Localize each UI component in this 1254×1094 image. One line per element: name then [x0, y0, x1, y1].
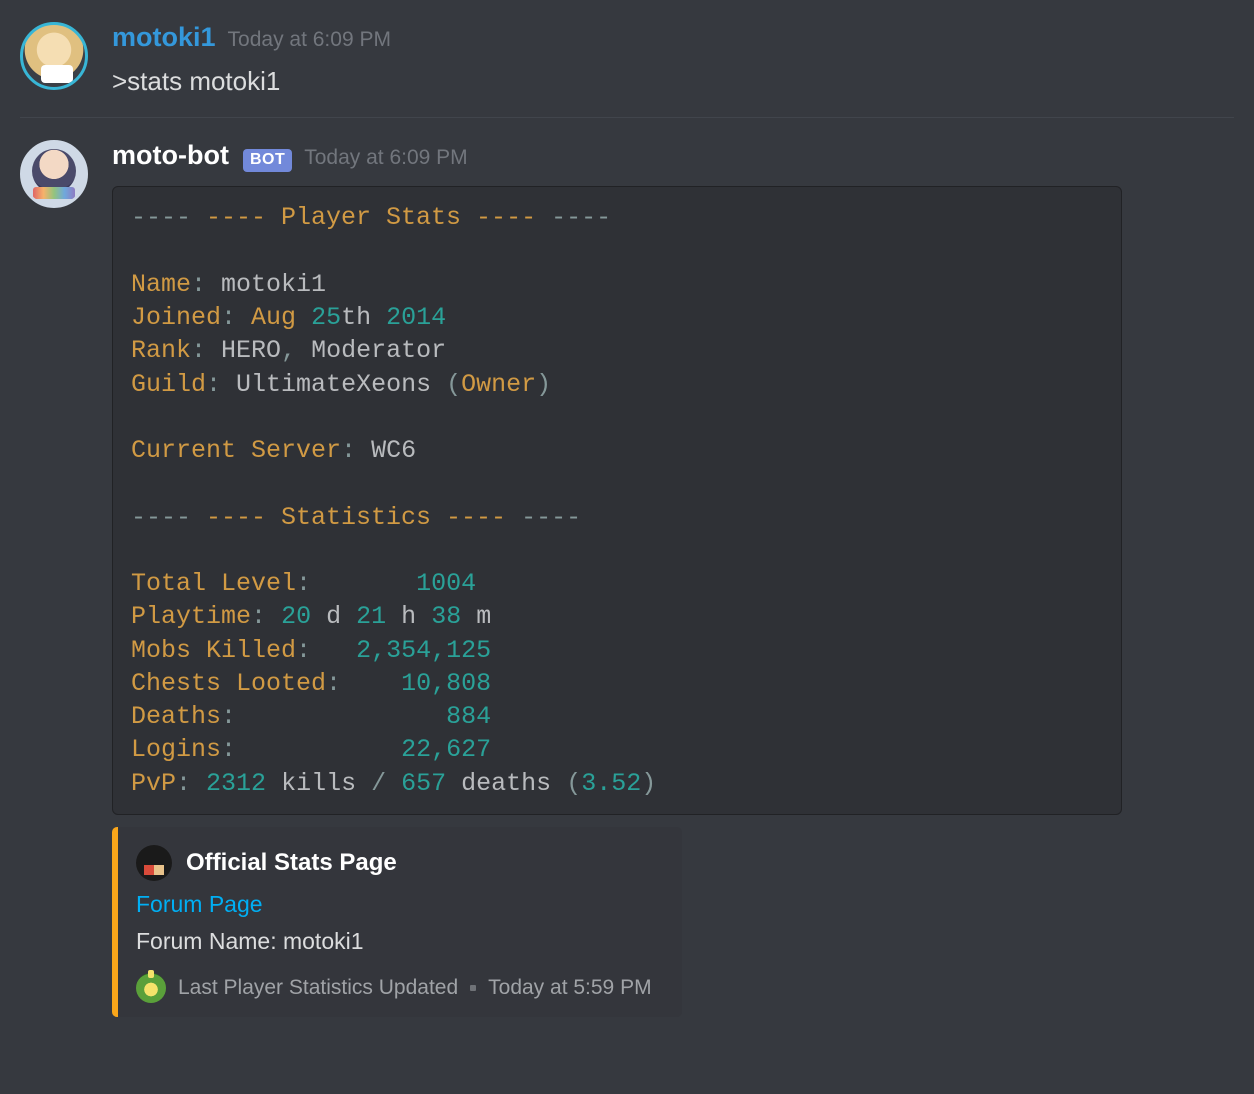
field-label: Rank	[131, 336, 191, 365]
field-value: WC6	[371, 436, 416, 465]
embed-footer-icon	[136, 973, 166, 1003]
message-header: motoki1 Today at 6:09 PM	[112, 22, 1234, 53]
field-label: Playtime	[131, 602, 251, 631]
message-body: moto-bot BOT Today at 6:09 PM ---- ---- …	[112, 140, 1234, 1017]
field-value: 21	[356, 602, 386, 631]
field-value: 1004	[416, 569, 476, 598]
code-block[interactable]: ---- ---- Player Stats ---- ---- Name: m…	[112, 186, 1122, 815]
field-label: Guild	[131, 370, 206, 399]
message-timestamp: Today at 6:09 PM	[304, 146, 467, 170]
embed-description: Forum Name: motoki1	[136, 928, 662, 955]
avatar[interactable]	[20, 22, 88, 90]
bot-badge: BOT	[243, 149, 292, 172]
field-value: UltimateXeons	[236, 370, 431, 399]
embed-header: Official Stats Page	[136, 845, 662, 881]
field-value: 2014	[386, 303, 446, 332]
message-text: >stats motoki1	[112, 63, 1234, 99]
field-value: 20	[281, 602, 311, 631]
field-value: Moderator	[311, 336, 446, 365]
field-label: Total Level	[131, 569, 296, 598]
chat-message: moto-bot BOT Today at 6:09 PM ---- ---- …	[0, 118, 1254, 1035]
field-value: HERO	[221, 336, 281, 365]
author-name[interactable]: motoki1	[112, 22, 216, 53]
field-value: motoki1	[221, 270, 326, 299]
field-value: 657	[401, 769, 446, 798]
message-header: moto-bot BOT Today at 6:09 PM	[112, 140, 1234, 172]
field-value: 3.52	[581, 769, 641, 798]
field-label: Name	[131, 270, 191, 299]
field-value: 22,627	[401, 735, 491, 764]
embed-footer-text: Last Player Statistics Updated	[178, 976, 458, 1000]
dot-separator-icon	[470, 985, 476, 991]
field-value: 884	[446, 702, 491, 731]
field-value: 25	[311, 303, 341, 332]
embed-footer: Last Player Statistics Updated Today at …	[136, 973, 662, 1003]
field-value: Owner	[461, 370, 536, 399]
field-value: 2,354,125	[356, 636, 491, 665]
field-value: th	[341, 303, 371, 332]
embed-link[interactable]: Forum Page	[136, 891, 662, 918]
code-header: ---- Statistics ----	[206, 503, 506, 532]
field-label: Chests Looted	[131, 669, 326, 698]
field-value: 38	[431, 602, 461, 631]
field-label: PvP	[131, 769, 176, 798]
embed-footer-timestamp: Today at 5:59 PM	[488, 976, 651, 1000]
field-label: Joined	[131, 303, 221, 332]
embed-card: Official Stats Page Forum Page Forum Nam…	[112, 827, 682, 1017]
chat-message: motoki1 Today at 6:09 PM >stats motoki1	[0, 0, 1254, 117]
message-body: motoki1 Today at 6:09 PM >stats motoki1	[112, 22, 1234, 99]
message-timestamp: Today at 6:09 PM	[228, 28, 391, 52]
author-name[interactable]: moto-bot	[112, 140, 229, 171]
field-label: Deaths	[131, 702, 221, 731]
code-header: ---- Player Stats ----	[206, 203, 536, 232]
field-label: Mobs Killed	[131, 636, 296, 665]
field-value: Aug	[251, 303, 296, 332]
field-value: 2312	[206, 769, 266, 798]
embed-title[interactable]: Official Stats Page	[186, 849, 397, 877]
field-value: 10,808	[401, 669, 491, 698]
embed-author-icon	[136, 845, 172, 881]
field-label: Logins	[131, 735, 221, 764]
field-label: Current Server	[131, 436, 341, 465]
avatar[interactable]	[20, 140, 88, 208]
